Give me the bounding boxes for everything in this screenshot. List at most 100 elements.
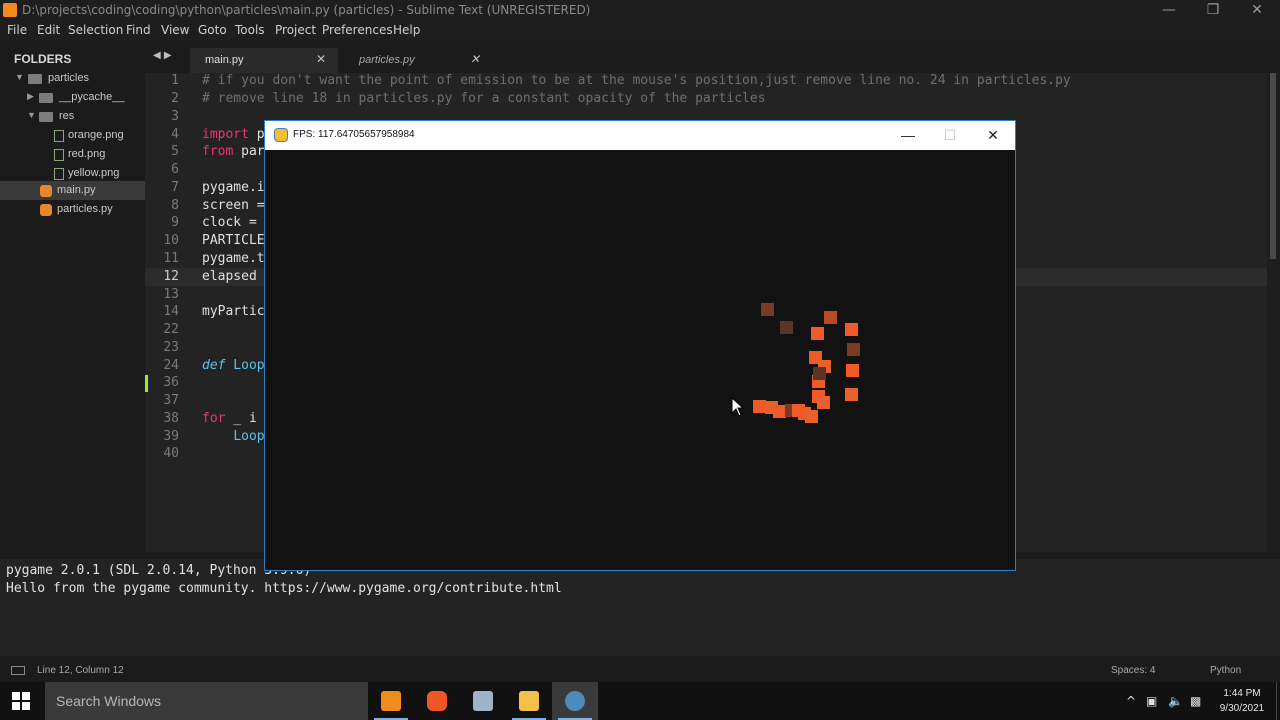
panel-toggle-icon[interactable] bbox=[11, 666, 25, 675]
code-text: _ i bbox=[225, 411, 257, 426]
line-number: 9 bbox=[171, 215, 179, 230]
sidebar-item-particles-py[interactable]: particles.py bbox=[0, 200, 145, 219]
folder-icon bbox=[39, 112, 53, 122]
keyword: from bbox=[202, 144, 234, 159]
system-clock[interactable]: 1:44 PM 9/30/2021 bbox=[1212, 686, 1272, 716]
scrollbar-thumb[interactable] bbox=[1270, 73, 1276, 259]
folder-icon bbox=[519, 691, 539, 711]
particle bbox=[845, 388, 858, 401]
image-file-icon bbox=[54, 168, 64, 180]
line-number: 2 bbox=[171, 91, 179, 106]
line-number: 8 bbox=[171, 198, 179, 213]
chevron-up-icon[interactable]: ^ bbox=[1126, 694, 1136, 708]
image-file-icon bbox=[54, 130, 64, 142]
sidebar-nav-arrows[interactable]: ◀ ▶ bbox=[153, 50, 172, 61]
line-number: 7 bbox=[171, 180, 179, 195]
tab-particles-py[interactable]: particles.py ✕ bbox=[344, 48, 492, 73]
line-number: 13 bbox=[163, 287, 179, 302]
code-line: Loop bbox=[202, 429, 264, 444]
show-desktop-button[interactable] bbox=[1276, 682, 1280, 720]
sidebar-item-particles[interactable]: ▼ particles bbox=[0, 69, 145, 88]
minimize-button[interactable]: — bbox=[1146, 0, 1192, 21]
chevron-down-icon[interactable]: ▼ bbox=[27, 110, 36, 120]
close-icon[interactable]: ✕ bbox=[316, 52, 326, 66]
particle bbox=[761, 303, 774, 316]
console-line: Hello from the pygame community. https:/… bbox=[6, 581, 562, 596]
menu-goto[interactable]: Goto bbox=[198, 23, 227, 37]
search-box[interactable]: Search Windows bbox=[45, 682, 368, 720]
code-line: elapsed bbox=[202, 269, 257, 284]
python-taskbar-app[interactable] bbox=[552, 682, 598, 720]
windows-start-icon[interactable] bbox=[12, 692, 30, 710]
sidebar-item-label: orange.png bbox=[68, 129, 124, 141]
chevron-right-icon[interactable]: ▶ bbox=[27, 91, 34, 102]
brave-taskbar-app[interactable] bbox=[414, 682, 460, 720]
tab-bar: main.py ✕ particles.py ✕ bbox=[145, 40, 1280, 73]
line-number: 36 bbox=[163, 375, 179, 390]
close-button[interactable]: ✕ bbox=[972, 121, 1014, 150]
line-number: 3 bbox=[171, 109, 179, 124]
menu-selection[interactable]: Selection bbox=[68, 23, 123, 37]
network-icon[interactable]: ▣ bbox=[1146, 694, 1157, 708]
tab-main-py[interactable]: main.py ✕ bbox=[190, 48, 338, 73]
code-line: for _ i bbox=[202, 411, 257, 426]
pygame-canvas[interactable] bbox=[265, 150, 1015, 570]
menu-file[interactable]: File bbox=[7, 23, 27, 37]
code-text: p bbox=[248, 127, 265, 142]
code-line: clock = bbox=[202, 215, 257, 230]
menu-tools[interactable]: Tools bbox=[235, 23, 265, 37]
minimize-button[interactable]: — bbox=[887, 121, 929, 150]
menu-find[interactable]: Find bbox=[126, 23, 151, 37]
sidebar-item-res[interactable]: ▼ res bbox=[0, 107, 145, 126]
sidebar-item-red-png[interactable]: red.png bbox=[0, 145, 145, 164]
folders-header: FOLDERS bbox=[14, 52, 72, 66]
line-number: 39 bbox=[163, 429, 179, 444]
pygame-title-bar[interactable]: FPS: 117.64705657958984 — ☐ ✕ bbox=[265, 121, 1015, 150]
vertical-scrollbar[interactable] bbox=[1267, 73, 1280, 552]
sidebar-item-label: res bbox=[59, 110, 75, 122]
notification-icon[interactable]: ▩ bbox=[1190, 694, 1201, 708]
keyword: import bbox=[202, 127, 249, 142]
maximize-button[interactable]: ❐ bbox=[1190, 0, 1236, 21]
code-line: PARTICLE bbox=[202, 233, 265, 248]
cursor-position[interactable]: Line 12, Column 12 bbox=[37, 665, 124, 676]
close-button[interactable]: ✕ bbox=[1234, 0, 1280, 21]
window-title: D:\projects\coding\coding\python\particl… bbox=[22, 3, 591, 17]
line-number: 11 bbox=[163, 251, 179, 266]
python-file-icon bbox=[40, 185, 52, 197]
menu-preferences[interactable]: Preferences bbox=[322, 23, 393, 37]
tab-label: particles.py bbox=[359, 54, 415, 66]
code-line: pygame.t bbox=[202, 251, 265, 266]
folder-icon bbox=[28, 74, 42, 84]
application-icon bbox=[473, 691, 493, 711]
pygame-window[interactable]: FPS: 117.64705657958984 — ☐ ✕ bbox=[264, 120, 1016, 571]
line-number: 38 bbox=[163, 411, 179, 426]
menu-help[interactable]: Help bbox=[393, 23, 420, 37]
menu-edit[interactable]: Edit bbox=[37, 23, 60, 37]
code-line: from par bbox=[202, 144, 265, 159]
chevron-down-icon[interactable]: ▼ bbox=[15, 72, 24, 82]
maximize-button[interactable]: ☐ bbox=[929, 121, 971, 150]
file-explorer-taskbar-app[interactable] bbox=[506, 682, 552, 720]
sidebar-item-pycache[interactable]: ▶ __pycache__ bbox=[0, 88, 145, 107]
sidebar-item-main-py[interactable]: main.py bbox=[0, 181, 145, 200]
folder-icon bbox=[39, 93, 53, 103]
sidebar-item-label: __pycache__ bbox=[59, 91, 125, 103]
menu-project[interactable]: Project bbox=[275, 23, 316, 37]
sidebar-item-label: main.py bbox=[57, 184, 96, 196]
app-taskbar-app[interactable] bbox=[460, 682, 506, 720]
line-number: 24 bbox=[163, 358, 179, 373]
close-icon[interactable]: ✕ bbox=[470, 52, 480, 66]
syntax-mode[interactable]: Python bbox=[1210, 665, 1241, 676]
indentation-setting[interactable]: Spaces: 4 bbox=[1111, 665, 1155, 676]
title-bar: D:\projects\coding\coding\python\particl… bbox=[0, 0, 1280, 21]
volume-icon[interactable]: 🔈 bbox=[1168, 694, 1183, 708]
line-gutter: 1 2 3 4 5 6 7 8 9 10 11 12 13 14 22 23 2… bbox=[145, 73, 195, 552]
menu-view[interactable]: View bbox=[161, 23, 189, 37]
line-number: 37 bbox=[163, 393, 179, 408]
code-line: screen = bbox=[202, 198, 265, 213]
sidebar-item-orange-png[interactable]: orange.png bbox=[0, 126, 145, 145]
sublime-text-icon bbox=[3, 3, 17, 17]
fps-title: FPS: 117.64705657958984 bbox=[293, 129, 415, 140]
sublime-taskbar-app[interactable] bbox=[368, 682, 414, 720]
